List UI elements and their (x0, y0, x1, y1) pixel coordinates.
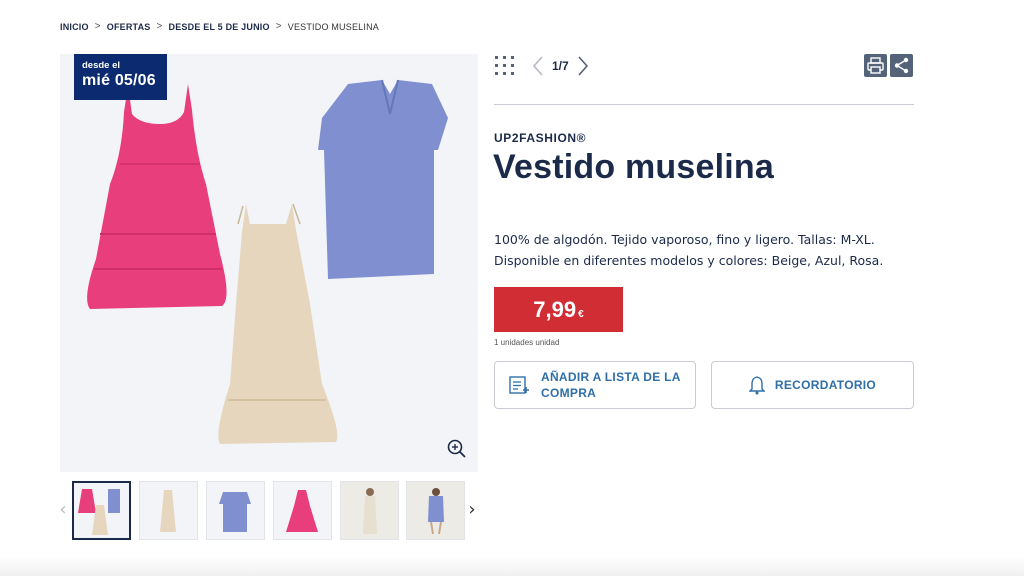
date-badge-label: desde el (82, 60, 121, 71)
chevron-left-icon[interactable] (532, 55, 544, 77)
product-image (87, 79, 448, 444)
price-units: 1 unidades unidad (494, 338, 560, 347)
description-line: 100% de algodón. Tejido vaporoso, fino y… (494, 232, 875, 247)
thumbnail-strip: ‹ › (59, 481, 490, 541)
price-value: 7,99 (533, 297, 577, 322)
print-button[interactable] (864, 54, 887, 77)
page-bottom-shadow (0, 556, 1024, 576)
product-title: Vestido muselina (493, 148, 774, 186)
description-line: Disponible en diferentes modelos y color… (494, 253, 884, 268)
list-add-icon (509, 376, 529, 394)
zoom-in-icon[interactable] (446, 438, 468, 460)
breadcrumb-separator: > (275, 21, 282, 32)
date-badge-date: mié 05/06 (82, 72, 156, 89)
beige-dress-image (218, 203, 338, 444)
divider (494, 104, 914, 105)
pink-dress-image (87, 84, 227, 309)
share-button[interactable] (890, 54, 913, 77)
product-brand: UP2FASHION® (494, 131, 587, 145)
breadcrumb-offers[interactable]: OFERTAS (107, 22, 151, 32)
bell-icon (748, 376, 765, 395)
thumbnail[interactable] (72, 481, 131, 540)
shopping-list-label: AÑADIR A LISTA DE LA COMPRA (541, 370, 681, 400)
thumbnail[interactable] (206, 481, 265, 540)
breadcrumb-date[interactable]: DESDE EL 5 DE JUNIO (169, 22, 270, 32)
reminder-button[interactable]: RECORDATORIO (711, 361, 914, 409)
chevron-right-icon[interactable] (577, 55, 589, 77)
print-icon (867, 57, 884, 74)
share-icon (894, 57, 909, 74)
chevron-right-icon[interactable]: › (465, 499, 479, 521)
reminder-label: RECORDATORIO (774, 378, 877, 392)
pager-count: 1/7 (552, 59, 569, 73)
chevron-left-icon[interactable]: ‹ (56, 499, 70, 521)
image-pager: 1/7 (532, 54, 589, 78)
price-currency: € (578, 309, 584, 320)
thumbnail[interactable] (139, 481, 198, 540)
blue-dress-image (318, 79, 448, 279)
breadcrumb-home[interactable]: INICIO (60, 22, 89, 32)
product-description: 100% de algodón. Tejido vaporoso, fino y… (494, 229, 924, 271)
breadcrumb-separator: > (156, 21, 163, 32)
product-image-gallery[interactable]: desde el mié 05/06 (60, 54, 478, 472)
thumbnail[interactable] (273, 481, 332, 540)
thumbnail[interactable] (406, 481, 465, 540)
add-to-shopping-list-button[interactable]: AÑADIR A LISTA DE LA COMPRA (494, 361, 696, 409)
grid-icon[interactable] (494, 55, 516, 77)
breadcrumb-separator: > (94, 21, 101, 32)
breadcrumb: INICIO > OFERTAS > DESDE EL 5 DE JUNIO >… (60, 21, 379, 32)
thumbnail[interactable] (340, 481, 399, 540)
product-toolbar: 1/7 (494, 54, 914, 80)
breadcrumb-current: VESTIDO MUSELINA (287, 21, 379, 32)
price-box: 7,99 € (494, 287, 623, 332)
date-badge: desde el mié 05/06 (74, 54, 167, 100)
